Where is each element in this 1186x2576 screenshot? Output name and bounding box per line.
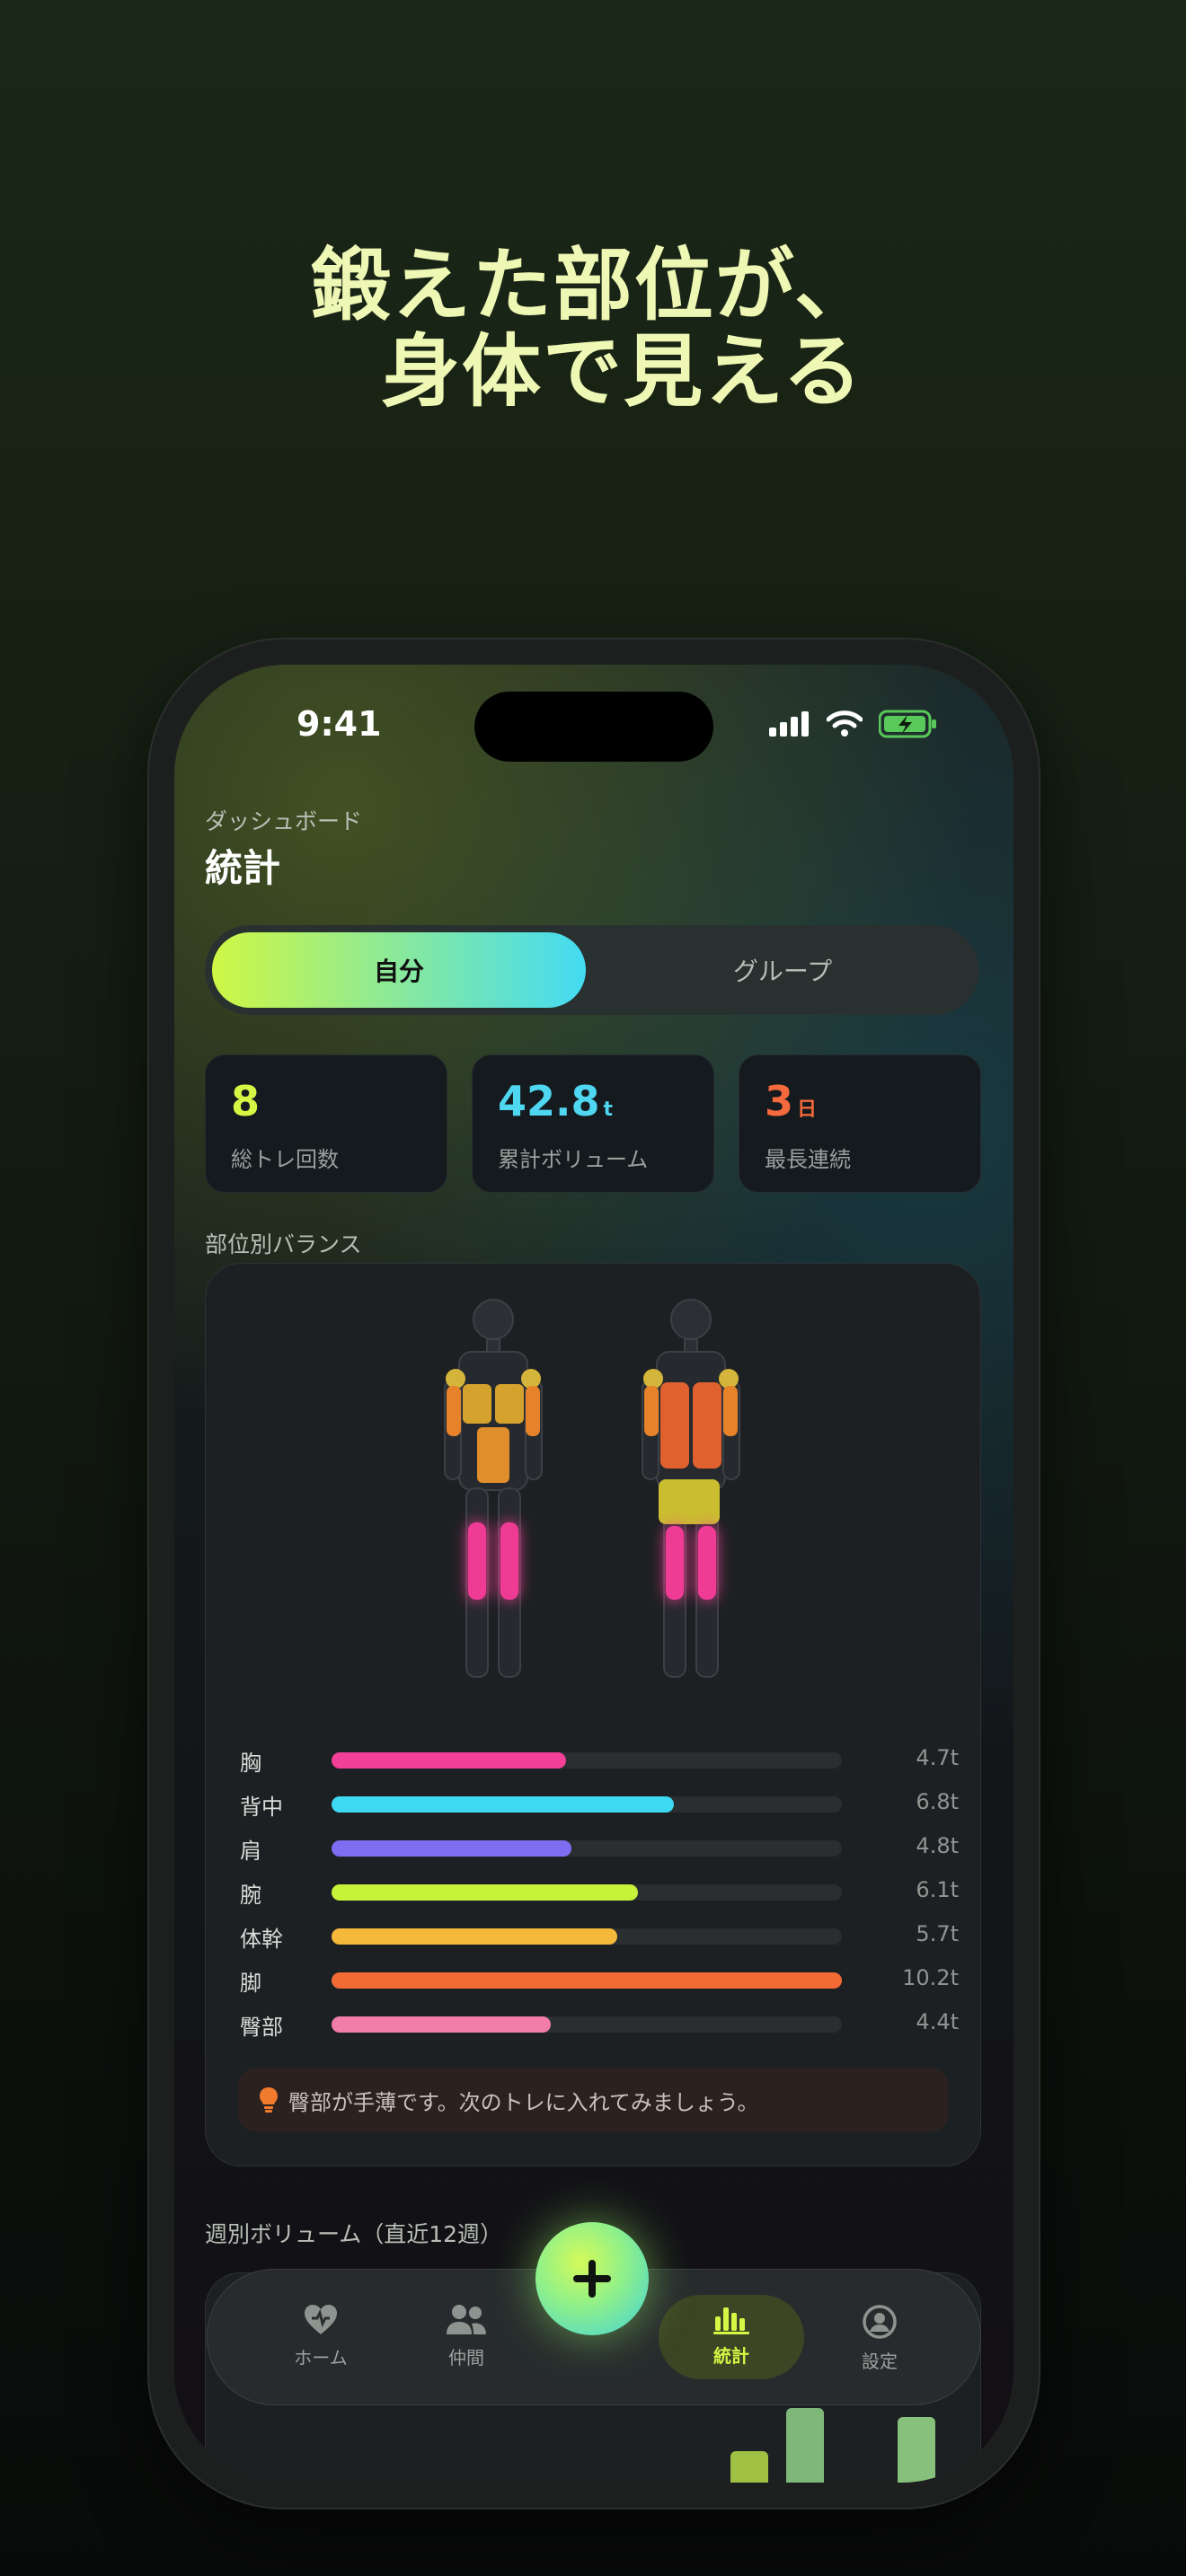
signal-icon (769, 711, 809, 737)
balance-bar-track (332, 2016, 842, 2033)
stat-value: 42.8 t (498, 1077, 613, 1125)
body-part-label: 体幹 (240, 1927, 283, 1952)
body-part-volume: 4.7t (916, 1745, 959, 1770)
balance-bar-track (332, 1884, 842, 1901)
dynamic-island (474, 692, 713, 762)
weekly-bar (786, 2408, 824, 2483)
balance-bar-track (332, 1840, 842, 1857)
body-part-label: 臀部 (240, 2015, 283, 2040)
phone-screen: 9:41 ダッシュボード 統計 自分 グループ 8 総トレ回数 42.8 t 累… (174, 665, 1013, 2483)
balance-bar-row: 腕 6.1t (240, 1877, 959, 1908)
person-circle-icon (863, 2305, 897, 2339)
weekly-bar (898, 2417, 935, 2483)
tab-friends[interactable]: 仲間 (412, 2304, 520, 2369)
body-back-figure (642, 1299, 740, 1678)
promo-headline: 鍛えた部位が、 身体で見える (0, 243, 1186, 415)
balance-bar-row: 脚 10.2t (240, 1965, 959, 1996)
tab-label: 仲間 (448, 2347, 484, 2369)
body-front-figure (444, 1299, 543, 1678)
stat-number: 8 (231, 1077, 261, 1125)
balance-bar-fill (332, 1928, 618, 1945)
plus-icon (573, 2260, 611, 2298)
body-part-volume: 4.4t (916, 2009, 959, 2034)
stat-number: 3 (765, 1077, 794, 1125)
balance-bar-track (332, 1796, 842, 1813)
wifi-icon (827, 710, 863, 737)
body-part-volume: 6.1t (916, 1877, 959, 1902)
stat-longest-streak: 3日 最長連続 (739, 1054, 981, 1193)
stat-label: 累計ボリューム (498, 1147, 649, 1172)
balance-bar-fill (332, 1752, 567, 1769)
weekly-section-title: 週別ボリューム（直近12週） (205, 2221, 503, 2247)
segmented-control: 自分 グループ (205, 925, 979, 1015)
heart-pulse-icon (305, 2305, 337, 2334)
body-part-volume: 10.2t (902, 1965, 959, 1990)
stat-number: 42.8 (498, 1077, 600, 1125)
people-icon (447, 2305, 486, 2334)
tab-label: 設定 (862, 2351, 898, 2372)
tab-home[interactable]: ホーム (267, 2304, 375, 2369)
balance-bar-row: 体幹 5.7t (240, 1921, 959, 1952)
body-part-volume: 4.8t (916, 1833, 959, 1858)
battery-charging-icon (879, 710, 936, 738)
balance-bar-row: 胸 4.7t (240, 1745, 959, 1776)
balance-card: 胸 4.7t 背中 6.8t 肩 4.8t 腕 6.1t 体幹 5.7t 脚 10.2t 臀部 4.4t … (205, 1263, 981, 2166)
page-subtitle: ダッシュボード (205, 808, 363, 834)
tab-label: 統計 (713, 2345, 749, 2367)
balance-bar-track (332, 1752, 842, 1769)
balance-bar-row: 肩 4.8t (240, 1833, 959, 1864)
balance-bar-track (332, 1972, 842, 1989)
body-part-label: 肩 (240, 1839, 261, 1864)
body-part-label: 腕 (240, 1883, 261, 1908)
stat-unit: 日 (797, 1098, 818, 1121)
segment-self[interactable]: 自分 (212, 932, 586, 1008)
bar-chart-icon (713, 2307, 749, 2334)
phone-frame: 9:41 ダッシュボード 統計 自分 グループ 8 総トレ回数 42.8 t 累… (149, 640, 1039, 2508)
stat-label: 総トレ回数 (231, 1147, 339, 1172)
body-part-label: 背中 (240, 1795, 283, 1820)
tab-stats[interactable]: 統計 (677, 2304, 785, 2368)
body-part-volume: 6.8t (916, 1789, 959, 1814)
stat-label: 最長連続 (765, 1147, 851, 1172)
stat-value: 3日 (765, 1077, 817, 1125)
balance-bar-fill (332, 1972, 842, 1989)
tab-label: ホーム (294, 2347, 348, 2369)
lightbulb-icon (260, 2087, 278, 2113)
stat-unit: t (603, 1098, 614, 1121)
balance-section-title: 部位別バランス (205, 1231, 362, 1257)
balance-bar-fill (332, 1796, 674, 1813)
balance-tip: 臀部が手薄です。次のトレに入れてみましょう。 (238, 2069, 948, 2131)
add-workout-button[interactable] (535, 2222, 649, 2335)
weekly-bar (730, 2451, 768, 2483)
balance-bar-track (332, 1928, 842, 1945)
tab-settings[interactable]: 設定 (826, 2304, 934, 2373)
stat-value: 8 (231, 1077, 260, 1125)
stat-total-volume: 42.8 t 累計ボリューム (472, 1054, 714, 1193)
balance-bar-row: 背中 6.8t (240, 1789, 959, 1820)
headline-line-1: 鍛えた部位が、 (310, 239, 876, 331)
balance-bar-fill (332, 1840, 571, 1857)
balance-bar-row: 臀部 4.4t (240, 2009, 959, 2040)
body-part-label: 胸 (240, 1751, 261, 1776)
body-part-label: 脚 (240, 1971, 261, 1996)
status-time: 9:41 (296, 704, 382, 744)
balance-bar-fill (332, 2016, 552, 2033)
body-map-illustration (444, 1299, 740, 1678)
page-title: 統計 (205, 846, 281, 890)
segment-group[interactable]: グループ (593, 932, 972, 1008)
body-part-volume: 5.7t (916, 1921, 959, 1946)
stat-total-workouts: 8 総トレ回数 (205, 1054, 447, 1193)
headline-line-2: 身体で見える (322, 325, 864, 418)
status-icons (769, 710, 938, 738)
balance-tip-text: 臀部が手薄です。次のトレに入れてみましょう。 (288, 2089, 759, 2115)
balance-bar-fill (332, 1884, 638, 1901)
